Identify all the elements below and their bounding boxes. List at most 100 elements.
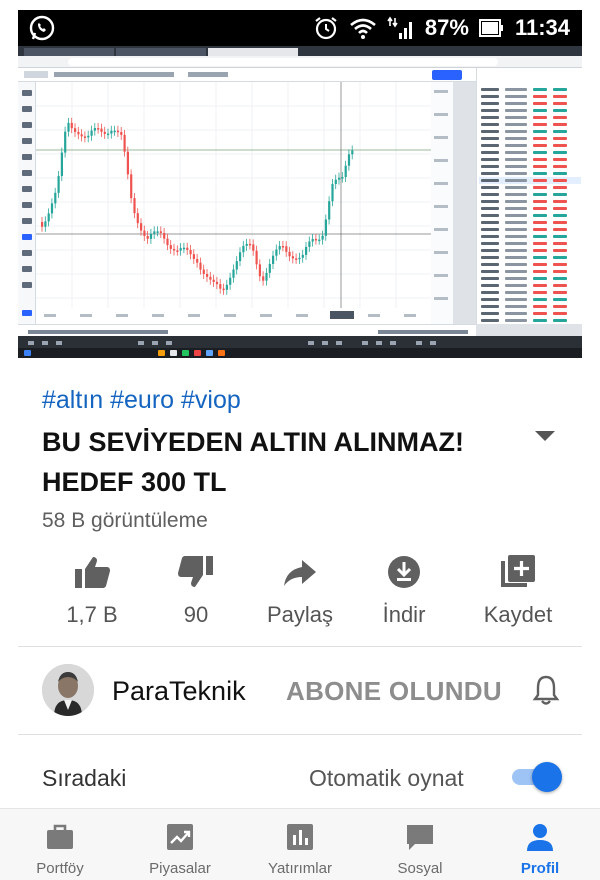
expand-description-icon[interactable] xyxy=(532,428,558,444)
watchlist-row xyxy=(479,93,581,100)
candle-body xyxy=(173,248,176,251)
browser-tab xyxy=(24,48,114,56)
candle-body xyxy=(77,131,80,135)
watchlist-row xyxy=(479,254,581,261)
view-count: 58 B görüntüleme xyxy=(42,509,208,532)
subscribe-button[interactable]: ABONE OLUNDU xyxy=(286,676,502,707)
candle-body xyxy=(328,201,331,220)
candle-body xyxy=(321,235,324,240)
dislike-count: 90 xyxy=(183,602,209,627)
nav-sosyal[interactable]: Sosyal xyxy=(360,809,480,880)
candle-body xyxy=(245,243,248,246)
candle-body xyxy=(331,184,334,202)
candle-body xyxy=(50,203,54,214)
divider xyxy=(18,734,582,735)
watchlist-row xyxy=(479,128,581,135)
video-player[interactable] xyxy=(18,46,582,358)
battery-percent: 87% xyxy=(424,15,469,40)
candle-body xyxy=(159,231,162,233)
candle-body xyxy=(288,251,291,257)
candle-body xyxy=(67,122,70,132)
candle-body xyxy=(136,213,139,224)
watchlist-row xyxy=(479,303,581,310)
candle-body xyxy=(169,245,172,249)
nav-yatirimlar[interactable]: Yatırımlar xyxy=(240,809,360,880)
like-button[interactable]: 1,7 B xyxy=(40,552,144,632)
browser-tab-active xyxy=(208,48,298,56)
channel-avatar[interactable] xyxy=(42,664,94,716)
candle-body xyxy=(209,276,212,280)
save-label: Kaydet xyxy=(483,602,553,627)
watchlist-row xyxy=(479,184,581,191)
candle-body xyxy=(41,222,44,227)
browser-tab-strip xyxy=(18,46,582,56)
watchlist-row xyxy=(479,177,581,184)
alarm-icon xyxy=(313,15,339,41)
candle-body xyxy=(311,238,314,242)
candle-body xyxy=(156,231,159,233)
candle-body xyxy=(262,276,265,281)
nav-label: Portföy xyxy=(36,860,84,877)
windows-taskbar xyxy=(18,348,582,358)
briefcase-icon xyxy=(47,824,73,849)
candle-body xyxy=(291,256,294,259)
candle-body xyxy=(206,274,209,277)
watchlist-row xyxy=(479,282,581,289)
dislike-button[interactable]: 90 xyxy=(144,552,248,632)
candle-body xyxy=(107,133,110,136)
candle-body xyxy=(318,239,321,242)
candle-body xyxy=(74,128,77,132)
watchlist-row xyxy=(479,247,581,254)
nav-portfoy[interactable]: Portföy xyxy=(0,809,120,880)
candle-body xyxy=(229,277,232,285)
download-button[interactable]: İndir xyxy=(352,552,456,632)
share-button[interactable]: Paylaş xyxy=(248,552,352,632)
drawing-toolbar xyxy=(18,336,582,348)
video-title: BU SEVİYEDEN ALTIN ALINMAZ! HEDEF 300 TL xyxy=(42,427,464,497)
save-button[interactable]: Kaydet xyxy=(456,552,580,632)
candle-body xyxy=(275,249,278,256)
watchlist-row xyxy=(479,170,581,177)
candle-body xyxy=(272,255,275,264)
candle-body xyxy=(143,230,146,236)
candle-body xyxy=(341,177,344,179)
candle-body xyxy=(176,250,179,252)
nav-label: Piyasalar xyxy=(149,860,211,877)
watchlist-row xyxy=(479,212,581,219)
toggle-knob xyxy=(532,762,562,792)
watchlist-row xyxy=(479,219,581,226)
candle-body xyxy=(215,281,219,285)
candle-body xyxy=(338,177,341,180)
candle-body xyxy=(140,223,143,231)
candle-body xyxy=(83,136,87,138)
battery-icon xyxy=(478,17,505,39)
candle-body xyxy=(298,257,301,260)
candle-body xyxy=(344,165,347,178)
candle-body xyxy=(212,279,215,282)
candle-body xyxy=(351,150,354,155)
channel-name[interactable]: ParaTeknik xyxy=(112,676,246,707)
candle-body xyxy=(97,128,100,130)
bottom-navigation: Portföy Piyasalar Yatırımlar Sosyal Prof… xyxy=(0,808,600,880)
watchlist-row xyxy=(479,240,581,247)
autoplay-toggle[interactable] xyxy=(512,762,562,792)
candle-body xyxy=(153,231,156,234)
browser-tab xyxy=(116,48,206,56)
candle-body xyxy=(308,241,311,247)
watchlist-row xyxy=(479,205,581,212)
candle-body xyxy=(285,246,288,252)
candle-body xyxy=(334,179,337,185)
candle-body xyxy=(163,232,166,239)
watchlist-row xyxy=(479,121,581,128)
candle-body xyxy=(186,247,189,250)
bell-icon[interactable] xyxy=(532,674,560,706)
watchlist-row xyxy=(479,163,581,170)
nav-profil[interactable]: Profil xyxy=(480,809,600,880)
video-hashtags[interactable]: #altın #euro #viop xyxy=(42,386,241,415)
watchlist-row xyxy=(479,107,581,114)
candle-body xyxy=(179,248,182,251)
nav-piyasalar[interactable]: Piyasalar xyxy=(120,809,240,880)
watchlist-panel xyxy=(476,68,582,324)
candle-body xyxy=(64,131,67,153)
drawing-tools-panel xyxy=(18,82,36,324)
